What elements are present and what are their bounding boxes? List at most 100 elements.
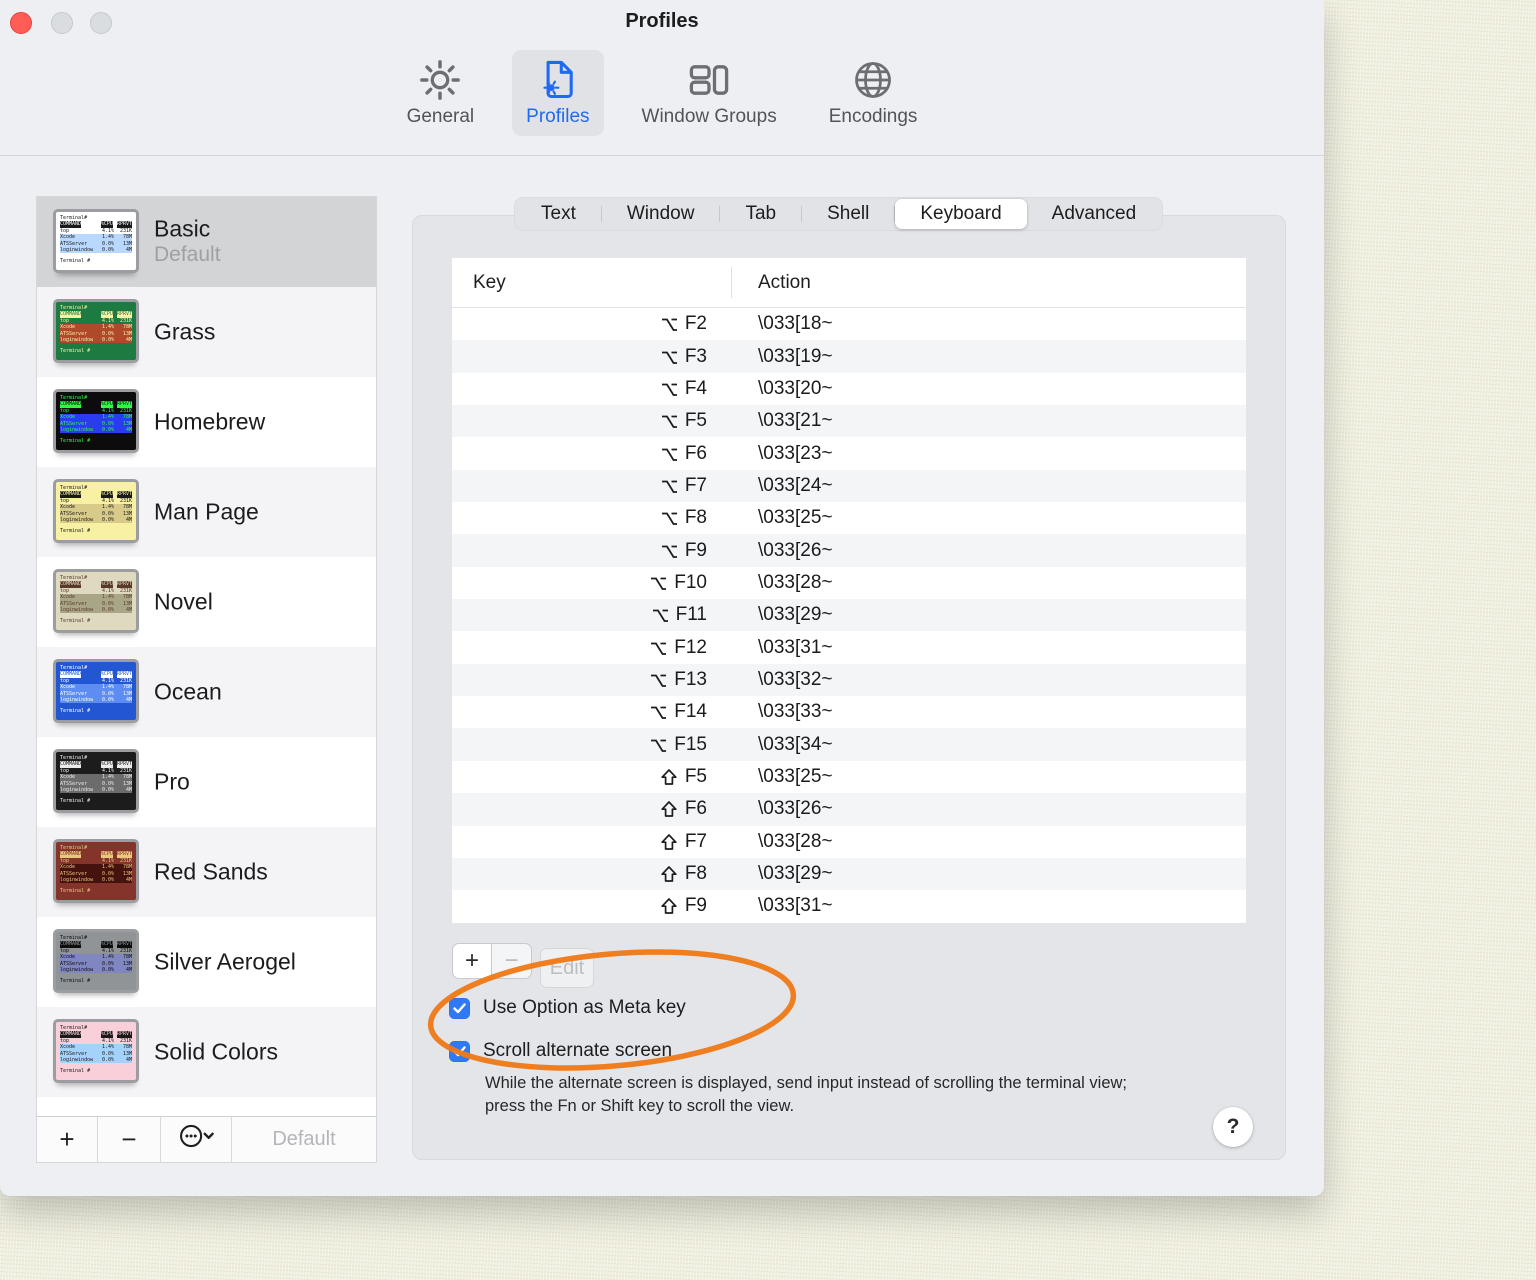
edit-mapping-button[interactable]: Edit (540, 948, 594, 988)
more-options-button[interactable] (161, 1117, 232, 1162)
tab-label: Window (626, 203, 695, 224)
tab-label: Keyboard (920, 203, 1002, 224)
key-cell: F15 (452, 734, 707, 756)
add-mapping-button[interactable]: + (452, 943, 492, 979)
checkbox-checked[interactable] (449, 1040, 470, 1062)
key-mapping-row[interactable]: F9 \033[31~ (452, 890, 1246, 922)
profile-row-red-sands[interactable]: Terminal# COMMAND %CPU RPRVT top 4.1% 231K Xcod… (37, 827, 376, 917)
remove-mapping-button[interactable]: − (492, 943, 532, 979)
toolbar-item-profiles[interactable]: Profiles (512, 50, 604, 136)
profile-thumbnail: Terminal# COMMAND %CPU RPRVT top 4.1% 231K Xcod… (53, 209, 139, 273)
key-mapping-row[interactable]: F11 \033[29~ (452, 599, 1246, 632)
shift-key-icon (660, 768, 678, 786)
process-name: loginwindow (60, 697, 94, 704)
tab-text[interactable]: Text (516, 199, 601, 229)
profile-document-icon (536, 56, 580, 104)
key-cell: F5 (452, 410, 707, 432)
toolbar-item-label: General (406, 106, 475, 127)
key-mapping-row[interactable]: F8 \033[25~ (452, 502, 1246, 534)
shift-key-icon (660, 800, 678, 818)
key-name: F14 (674, 701, 707, 723)
preview-prompt-line: Terminal # (60, 618, 91, 625)
key-mapping-row[interactable]: F4 \033[20~ (452, 373, 1246, 405)
key-mapping-row[interactable]: F2 \033[18~ (452, 308, 1246, 340)
tab-keyboard[interactable]: Keyboard (895, 199, 1027, 229)
process-mem: 4M (125, 337, 132, 344)
key-mapping-row[interactable]: F10 \033[28~ (452, 567, 1246, 599)
profile-row-solid-colors[interactable]: Terminal# COMMAND %CPU RPRVT top 4.1% 231K Xcod… (37, 1007, 376, 1097)
action-cell: \033[20~ (758, 377, 833, 399)
key-mapping-row[interactable]: F13 \033[32~ (452, 663, 1246, 697)
tab-window[interactable]: Window (602, 199, 720, 229)
action-cell: \033[23~ (758, 442, 833, 464)
action-cell: \033[29~ (758, 863, 833, 885)
key-mapping-row[interactable]: F9 \033[26~ (452, 534, 1246, 567)
column-header-action: Action (758, 271, 811, 293)
checkbox-checked[interactable] (449, 997, 470, 1019)
profile-row-man-page[interactable]: Terminal# COMMAND %CPU RPRVT top 4.1% 231K Xcod… (37, 467, 376, 557)
action-cell: \033[25~ (758, 765, 833, 787)
profile-row-silver-aerogel[interactable]: Terminal# COMMAND %CPU RPRVT top 4.1% 231K Xcod… (37, 917, 376, 1007)
key-mapping-row[interactable]: F3 \033[19~ (452, 340, 1246, 373)
toolbar-item-label: Profiles (526, 106, 590, 127)
process-mem: 4M (125, 697, 132, 704)
checkbox-label[interactable]: Scroll alternate screen (483, 1040, 672, 1062)
key-mapping-row[interactable]: F12 \033[31~ (452, 631, 1246, 663)
help-button[interactable]: ? (1213, 1107, 1253, 1147)
key-cell: F12 (452, 637, 707, 659)
remove-profile-button[interactable]: − (98, 1117, 161, 1162)
key-cell: F14 (452, 701, 707, 723)
toolbar-item-window-groups[interactable]: Window Groups (628, 50, 791, 136)
process-name: loginwindow (60, 337, 94, 344)
checkbox-label[interactable]: Use Option as Meta key (483, 997, 686, 1019)
profile-list[interactable]: Terminal# COMMAND %CPU RPRVT top 4.1% 231K Xcod… (36, 196, 377, 1163)
option-key-icon (660, 542, 678, 560)
action-cell: \033[28~ (758, 830, 833, 852)
globe-icon (851, 56, 895, 104)
key-mapping-row[interactable]: F6 \033[23~ (452, 437, 1246, 469)
profile-row-homebrew[interactable]: Terminal# COMMAND %CPU RPRVT top 4.1% 231K Xcod… (37, 377, 376, 467)
tab-tab[interactable]: Tab (720, 199, 801, 229)
title-bar[interactable]: Profiles (0, 0, 1324, 48)
preview-prompt-line: Terminal # (60, 528, 91, 535)
table-body[interactable]: F2 \033[18~ F3 \033[19~ F4 \033[20~ F5 \033[21~… (452, 308, 1246, 923)
profile-row-novel[interactable]: Terminal# COMMAND %CPU RPRVT top 4.1% 231K Xcod… (37, 557, 376, 647)
window-groups-icon (687, 56, 731, 104)
key-cell: F8 (452, 863, 707, 885)
key-name: F5 (684, 765, 707, 787)
key-mapping-row[interactable]: F5 \033[25~ (452, 761, 1246, 793)
key-mapping-row[interactable]: F8 \033[29~ (452, 857, 1246, 891)
profile-thumbnail: Terminal# COMMAND %CPU RPRVT top 4.1% 231K Xcod… (53, 1019, 139, 1083)
add-profile-button[interactable]: + (37, 1117, 98, 1162)
toolbar-item-encodings[interactable]: Encodings (815, 50, 932, 136)
toolbar-item-general[interactable]: General (393, 50, 489, 136)
default-button[interactable]: Default (232, 1117, 376, 1162)
option-key-icon (649, 703, 667, 721)
key-cell: F9 (452, 895, 707, 917)
terminal-preview: Terminal# COMMAND %CPU RPRVT top 4.1% 231K Xcod… (56, 842, 136, 900)
shift-key-icon (660, 897, 678, 915)
key-cell: F9 (452, 540, 707, 562)
profile-row-grass[interactable]: Terminal# COMMAND %CPU RPRVT top 4.1% 231K Xcod… (37, 287, 376, 377)
key-mapping-row[interactable]: F7 \033[28~ (452, 826, 1246, 858)
tab-advanced[interactable]: Advanced (1027, 199, 1162, 229)
tab-shell[interactable]: Shell (802, 199, 894, 229)
key-mapping-row[interactable]: F15 \033[34~ (452, 728, 1246, 761)
profile-row-pro[interactable]: Terminal# COMMAND %CPU RPRVT top 4.1% 231K Xcod… (37, 737, 376, 827)
profile-name: Man Page (154, 498, 259, 525)
profile-row-basic[interactable]: Terminal# COMMAND %CPU RPRVT top 4.1% 231K Xcod… (37, 197, 376, 287)
process-cpu: 0.0% (101, 697, 114, 704)
preview-prompt-line: Terminal # (60, 798, 91, 805)
key-cell: F3 (452, 346, 707, 368)
key-name: F15 (674, 733, 707, 755)
key-mapping-table[interactable]: Key Action F2 \033[18~ F3 \033[19~ F4 \033[20… (452, 258, 1246, 923)
process-name: loginwindow (60, 877, 94, 884)
key-mapping-row[interactable]: F6 \033[26~ (452, 793, 1246, 826)
profile-thumbnail: Terminal# COMMAND %CPU RPRVT top 4.1% 231K Xcod… (53, 569, 139, 633)
profile-row-ocean[interactable]: Terminal# COMMAND %CPU RPRVT top 4.1% 231K Xcod… (37, 647, 376, 737)
key-mapping-row[interactable]: F7 \033[24~ (452, 469, 1246, 503)
key-mapping-row[interactable]: F5 \033[21~ (452, 405, 1246, 438)
option-key-icon (660, 509, 678, 527)
tab-label: Shell (827, 203, 870, 224)
key-mapping-row[interactable]: F14 \033[33~ (452, 696, 1246, 728)
